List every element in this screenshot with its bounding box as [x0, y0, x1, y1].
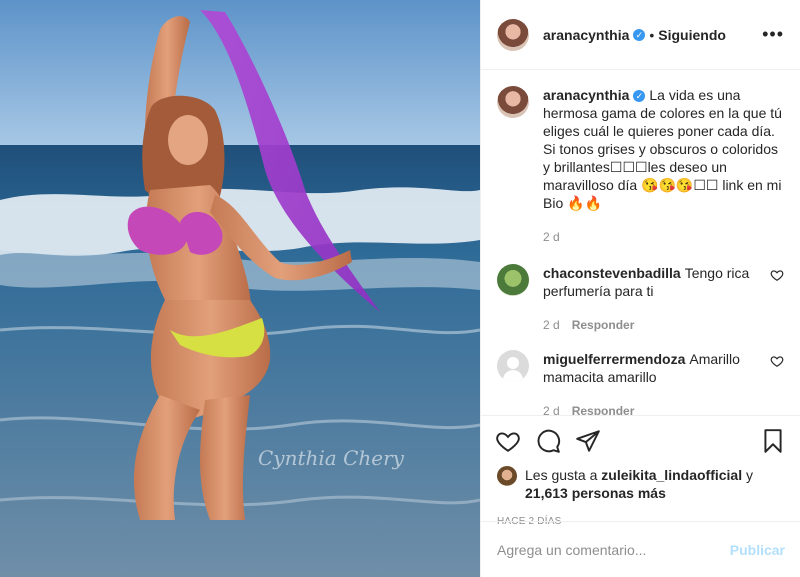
comment-input[interactable] — [497, 541, 730, 558]
likes-and: y — [746, 467, 753, 483]
share-send-icon[interactable] — [575, 428, 601, 454]
header-username[interactable]: aranacynthia — [543, 27, 629, 43]
verified-badge-icon: ✓ — [633, 28, 646, 41]
list-item: miguelferrermendoza Amarillo mamacita ama… — [497, 350, 784, 415]
add-comment-bar: Publicar — [481, 521, 800, 577]
comment-time[interactable]: 2 d — [543, 404, 560, 415]
avatar[interactable] — [497, 264, 529, 296]
heart-icon[interactable] — [770, 268, 784, 282]
separator-dot: • — [649, 26, 655, 43]
photo-watermark: Cynthia Chery — [258, 446, 405, 470]
likes-count[interactable]: 21,613 personas más — [525, 485, 666, 501]
following-button[interactable]: Siguiendo — [658, 27, 726, 43]
likes-prefix: Les gusta a — [525, 467, 598, 483]
post-header: aranacynthia ✓ • Siguiendo ••• — [481, 0, 800, 70]
beach-photo-image: Cynthia Chery — [0, 0, 480, 577]
reply-button[interactable]: Responder — [572, 404, 635, 415]
reply-button[interactable]: Responder — [572, 318, 635, 332]
bookmark-icon[interactable] — [760, 428, 786, 454]
avatar[interactable] — [497, 18, 529, 51]
post-side-panel: aranacynthia ✓ • Siguiendo ••• aranacynt… — [480, 0, 800, 577]
comments-list[interactable]: aranacynthia ✓ La vida es una hermosa gama… — [481, 70, 800, 416]
post-photo[interactable]: Cynthia Chery — [0, 0, 480, 577]
comment-username[interactable]: chaconstevenbadilla — [543, 265, 681, 281]
caption-username[interactable]: aranacynthia — [543, 87, 629, 103]
comment-username[interactable]: miguelferrermendoza — [543, 351, 685, 367]
heart-icon[interactable] — [770, 354, 784, 368]
caption-time[interactable]: 2 d — [543, 230, 560, 244]
likes-user[interactable]: zuleikita_lindaofficial — [601, 467, 742, 483]
more-options-icon[interactable]: ••• — [762, 24, 784, 45]
like-heart-icon[interactable] — [495, 428, 521, 454]
caption-avatar[interactable] — [497, 86, 529, 118]
action-bar — [481, 416, 800, 466]
comment-bubble-icon[interactable] — [535, 428, 561, 454]
caption: aranacynthia ✓ La vida es una hermosa gama… — [497, 86, 784, 246]
comment-time[interactable]: 2 d — [543, 318, 560, 332]
liker-avatar[interactable] — [497, 466, 517, 486]
verified-badge-icon: ✓ — [633, 90, 646, 102]
caption-text: La vida es una hermosa gama de colores e… — [543, 87, 782, 211]
list-item: chaconstevenbadilla Tengo rica perfumería… — [497, 264, 784, 334]
publish-button[interactable]: Publicar — [730, 542, 785, 558]
avatar[interactable] — [497, 350, 529, 382]
likes-summary: Les gusta a zuleikita_lindaofficial y 21… — [481, 466, 800, 502]
